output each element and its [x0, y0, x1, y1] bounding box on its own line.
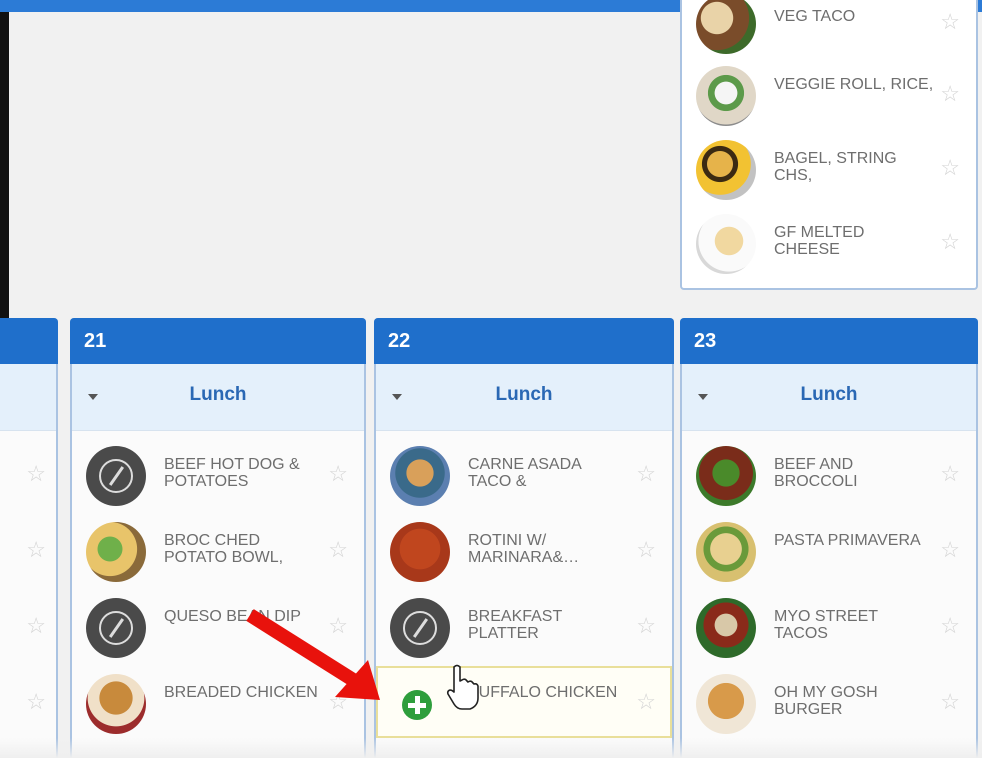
star-outline-icon[interactable]: ☆: [940, 11, 960, 33]
star-outline-icon[interactable]: ☆: [940, 691, 960, 713]
list-item[interactable]: PASTA PRIMAVERA ☆: [682, 514, 976, 586]
star-outline-icon[interactable]: ☆: [636, 539, 656, 561]
list-item[interactable]: BREAKFAST PLATTER ☆: [376, 590, 672, 662]
star-outline-icon[interactable]: ☆: [328, 463, 348, 485]
day-column-partial: ☆ ☆ ☆ ☆: [0, 318, 58, 758]
list-item[interactable]: BEEF HOT DOG & POTATOES ☆: [72, 438, 364, 510]
list-item[interactable]: BAGEL, STRING CHS, ☆: [682, 132, 976, 204]
day-header: [0, 318, 58, 364]
item-name: BAGEL, STRING CHS,: [774, 150, 897, 184]
meal-label: Lunch: [800, 384, 858, 405]
food-thumbnail: [390, 446, 450, 506]
star-outline-icon[interactable]: ☆: [940, 463, 960, 485]
star-outline-icon[interactable]: ☆: [636, 463, 656, 485]
star-outline-icon[interactable]: ☆: [26, 539, 46, 561]
meal-selector[interactable]: Lunch: [72, 364, 364, 431]
list-item[interactable]: BROC CHED POTATO BOWL, ☆: [72, 514, 364, 586]
list-item[interactable]: VEG TACO ☆: [682, 0, 976, 58]
item-name: BEEF AND BROCCOLI: [774, 456, 858, 490]
food-thumbnail: [696, 0, 756, 54]
meal-label: Lunch: [495, 384, 553, 405]
meal-bar[interactable]: [0, 364, 56, 431]
list-item[interactable]: ☆: [0, 514, 56, 586]
star-outline-icon[interactable]: ☆: [636, 615, 656, 637]
food-thumbnail: [696, 522, 756, 582]
item-name: VEG TACO: [774, 8, 856, 25]
bottom-fade: [0, 738, 982, 758]
list-item[interactable]: ☆: [0, 590, 56, 662]
placeholder-food-icon: [86, 598, 146, 658]
list-item[interactable]: VEGGIE ROLL, RICE, ☆: [682, 58, 976, 130]
star-outline-icon[interactable]: ☆: [940, 615, 960, 637]
food-thumbnail: [696, 674, 756, 734]
item-name: BREAKFAST PLATTER: [468, 608, 562, 642]
meal-selector[interactable]: Lunch: [682, 364, 976, 431]
food-thumbnail: [390, 522, 450, 582]
red-arrow-annotation: [246, 609, 380, 700]
item-name: BEEF HOT DOG & POTATOES: [164, 456, 300, 490]
day-header: 21: [70, 318, 366, 364]
food-thumbnail: [696, 214, 756, 274]
placeholder-food-icon: [86, 446, 146, 506]
food-thumbnail: [696, 598, 756, 658]
food-thumbnail: [86, 522, 146, 582]
item-name: VEGGIE ROLL, RICE,: [774, 76, 934, 93]
star-outline-icon[interactable]: ☆: [26, 691, 46, 713]
item-name: ROTINI W/ MARINARA&…: [468, 532, 580, 566]
list-item[interactable]: MYO STREET TACOS ☆: [682, 590, 976, 662]
item-name: OH MY GOSH BURGER: [774, 684, 878, 718]
list-item-hovered[interactable]: BUFFALO CHICKEN ☆: [376, 666, 672, 738]
hand-pointer-icon: [446, 664, 479, 710]
list-item[interactable]: BEEF AND BROCCOLI ☆: [682, 438, 976, 510]
meal-selector[interactable]: Lunch: [376, 364, 672, 431]
item-name: PASTA PRIMAVERA: [774, 532, 921, 549]
star-outline-icon[interactable]: ☆: [328, 539, 348, 561]
list-item[interactable]: ☆: [0, 438, 56, 510]
meal-label: Lunch: [189, 384, 247, 405]
star-outline-icon[interactable]: ☆: [26, 463, 46, 485]
day-column-22: 22 Lunch CARNE ASADA TACO & ☆ ROTINI W/ …: [374, 318, 674, 758]
list-item[interactable]: CARNE ASADA TACO & ☆: [376, 438, 672, 510]
item-name: CARNE ASADA TACO &: [468, 456, 581, 490]
star-outline-icon[interactable]: ☆: [26, 615, 46, 637]
previous-day-menu-card: VEG TACO ☆ VEGGIE ROLL, RICE, ☆ BAGEL, S…: [680, 0, 978, 290]
item-name: MYO STREET TACOS: [774, 608, 878, 642]
day-column-23: 23 Lunch BEEF AND BROCCOLI ☆ PASTA PRIMA…: [680, 318, 978, 758]
list-item[interactable]: GF MELTED CHEESE ☆: [682, 206, 976, 278]
list-item[interactable]: OH MY GOSH BURGER ☆: [682, 666, 976, 738]
plus-circle-icon[interactable]: [402, 690, 432, 720]
list-item[interactable]: ☆: [0, 666, 56, 738]
item-name: BROC CHED POTATO BOWL,: [164, 532, 284, 566]
day-header: 23: [680, 318, 978, 364]
list-item[interactable]: ROTINI W/ MARINARA&… ☆: [376, 514, 672, 586]
food-thumbnail: [696, 446, 756, 506]
item-name: BUFFALO CHICKEN: [468, 684, 618, 701]
food-thumbnail: [696, 140, 756, 200]
day-header: 22: [374, 318, 674, 364]
food-thumbnail: [696, 66, 756, 126]
food-thumbnail: [86, 674, 146, 734]
item-name: GF MELTED CHEESE: [774, 224, 865, 258]
star-outline-icon[interactable]: ☆: [940, 83, 960, 105]
star-outline-icon[interactable]: ☆: [940, 231, 960, 253]
star-outline-icon[interactable]: ☆: [940, 539, 960, 561]
star-outline-icon[interactable]: ☆: [636, 691, 656, 713]
star-outline-icon[interactable]: ☆: [940, 157, 960, 179]
